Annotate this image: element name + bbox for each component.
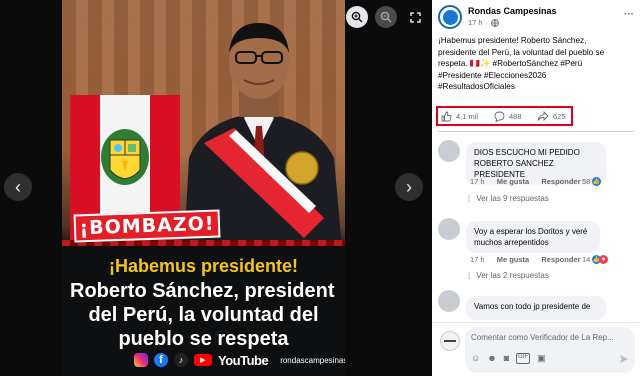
post-text-line: #ResultadosOficiales — [438, 82, 515, 91]
view-replies-link[interactable]: ⌊ Ver las 9 respuestas — [468, 194, 549, 203]
send-icon[interactable] — [619, 354, 629, 364]
headline-line-3: del Perú, la voluntad del — [88, 304, 319, 326]
composer: Comentar como Verificador de La Rep... ☺… — [432, 322, 640, 376]
chevron-right-icon: › — [406, 176, 412, 197]
handle-text: rondascampesinas@ — [280, 355, 345, 365]
page-logo-icon — [442, 9, 458, 25]
replies-text: Ver las 9 respuestas — [476, 194, 549, 203]
zoom-in-button[interactable] — [346, 6, 368, 28]
gif-icon[interactable]: GIF — [516, 353, 531, 364]
comment-bubble: Vamos con todo jp presidente de — [466, 296, 606, 320]
comment-actions: 17 h Me gusta Responder 14 👍 ♥ — [470, 255, 636, 264]
comment-text-line: Voy a esperar los Doritos y veré — [474, 227, 588, 236]
bombazo-text: ¡BOMBAZO! — [79, 212, 215, 240]
replies-arrow-icon: ⌊ — [468, 271, 472, 280]
comments-count[interactable]: 488 — [509, 112, 533, 121]
social-bar: f ♪ ▶ YouTube rondascampesinas@ — [134, 352, 345, 368]
like-reaction-icon: 👍 — [592, 177, 601, 186]
comment-like-button[interactable]: Me gusta — [497, 177, 530, 186]
post-text-line: respeta. 🇵🇪✨ #RobertoSánchez #Perú — [438, 59, 583, 68]
comment-input[interactable]: Comentar como Verificador de La Rep... ☺… — [465, 327, 635, 373]
post-text-line: ¡Habemus presidente! Roberto Sánchez, — [438, 36, 587, 45]
fullscreen-button[interactable] — [404, 6, 426, 28]
replies-arrow-icon: ⌊ — [468, 194, 472, 203]
youtube-icon: ▶ — [194, 354, 212, 366]
commenter-avatar[interactable] — [438, 218, 460, 240]
globe-icon — [491, 18, 499, 27]
camera-icon[interactable]: ◙ — [504, 353, 509, 364]
post-meta: 17 h · — [468, 18, 499, 27]
headline-band: ¡Habemus presidente! Roberto Sánchez, pr… — [62, 246, 345, 376]
post-panel: Rondas Campesinas 17 h · ··· ¡Habemus pr… — [432, 0, 640, 376]
page-name[interactable]: Rondas Campesinas — [468, 6, 557, 16]
post-photo: ¡BOMBAZO! ¡Habemus presidente! Roberto S… — [62, 0, 345, 376]
comment-reaction-count[interactable]: 58 — [582, 177, 590, 186]
facebook-icon: f — [154, 353, 168, 367]
tiktok-icon: ♪ — [174, 353, 188, 367]
post-time[interactable]: 17 h — [468, 18, 483, 27]
emoji-icon[interactable]: ☻ — [487, 353, 496, 364]
commenter-avatar[interactable] — [438, 140, 460, 162]
bombazo-stamp: ¡BOMBAZO! — [73, 209, 221, 243]
post-text: ¡Habemus presidente! Roberto Sánchez, pr… — [438, 35, 636, 93]
sticker-icon[interactable]: ▣ — [537, 353, 546, 364]
comment-input-placeholder[interactable]: Comentar como Verificador de La Rep... — [471, 333, 614, 342]
youtube-wordmark: YouTube — [218, 352, 269, 368]
replies-text: Ver las 2 respuestas — [476, 271, 549, 280]
zoom-out-button[interactable] — [375, 6, 397, 28]
chevron-left-icon: ‹ — [15, 176, 21, 197]
zoom-out-icon — [380, 11, 392, 23]
headline-line-4: pueblo se respeta — [118, 328, 289, 350]
post-text-line: presidente del Perú, la voluntad del pue… — [438, 47, 605, 57]
reactions-divider — [438, 131, 634, 132]
next-photo-button[interactable]: › — [395, 173, 423, 201]
comment-text-line: DIOS ESCUCHO MI PEDIDO — [474, 148, 580, 157]
share-icon[interactable] — [537, 110, 549, 122]
shares-count[interactable]: 625 — [553, 112, 566, 121]
composer-avatar[interactable] — [440, 331, 460, 351]
avatar-sticker-icon[interactable]: ☺ — [471, 353, 480, 364]
love-reaction-icon: ♥ — [599, 255, 608, 264]
zoom-in-icon — [351, 11, 363, 23]
likes-count[interactable]: 4,1 mil — [456, 112, 484, 121]
more-options-button[interactable]: ··· — [624, 9, 634, 20]
photo-viewer: ¡BOMBAZO! ¡Habemus presidente! Roberto S… — [0, 0, 432, 376]
view-replies-link[interactable]: ⌊ Ver las 2 respuestas — [468, 271, 549, 280]
like-icon[interactable] — [441, 111, 452, 122]
composer-tools: ☺ ☻ ◙ GIF ▣ — [471, 353, 546, 364]
page-avatar[interactable] — [438, 5, 462, 29]
comment-actions: 17 h Me gusta Responder 58 👍 — [470, 177, 636, 186]
comment-reply-button[interactable]: Responder — [541, 255, 580, 264]
comment-time[interactable]: 17 h — [470, 255, 485, 264]
meta-separator: · — [485, 18, 489, 27]
post-header: Rondas Campesinas 17 h · ··· — [438, 5, 634, 31]
previous-photo-button[interactable]: ‹ — [4, 173, 32, 201]
comment-icon[interactable] — [494, 111, 505, 122]
comment-reaction-count[interactable]: 14 — [582, 255, 590, 264]
instagram-icon — [134, 353, 148, 367]
comment-like-button[interactable]: Me gusta — [497, 255, 530, 264]
headline-line-2: Roberto Sánchez, president — [70, 280, 335, 302]
comment-text-line: Vamos con todo jp presidente de — [474, 302, 591, 311]
comment-reply-button[interactable]: Responder — [541, 177, 580, 186]
reactions-bar: 4,1 mil 488 625 — [436, 106, 573, 126]
comment-bubble: Voy a esperar los Doritos y veré muchos … — [466, 221, 600, 253]
headline-line-1: ¡Habemus presidente! — [108, 256, 299, 276]
comment-text-line: muchos arrepentidos — [474, 238, 549, 247]
post-text-line: #Presidente #Elecciones2026 — [438, 70, 547, 80]
composer-avatar-icon — [444, 340, 456, 342]
fullscreen-icon — [409, 11, 421, 23]
comment-time[interactable]: 17 h — [470, 177, 485, 186]
commenter-avatar[interactable] — [438, 290, 460, 312]
